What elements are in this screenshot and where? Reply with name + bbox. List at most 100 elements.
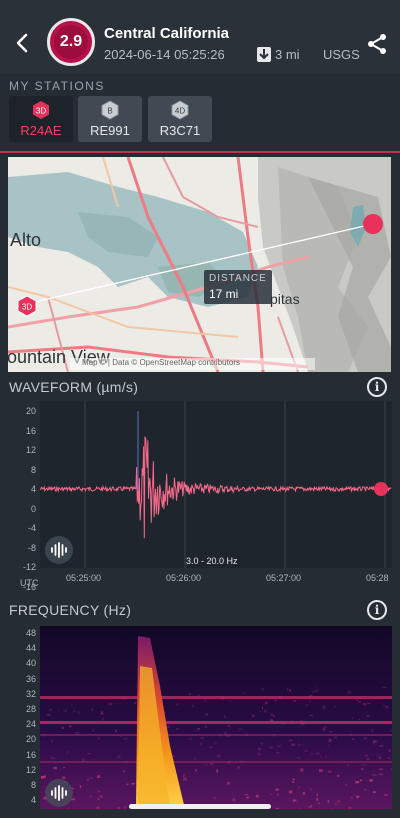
epicenter-marker-icon[interactable] bbox=[362, 213, 384, 235]
spectrogram-noise-cell bbox=[378, 756, 382, 759]
spectrogram-noise-cell bbox=[264, 703, 266, 705]
spectrogram-noise-cell bbox=[385, 706, 389, 709]
spectrogram-noise-cell bbox=[275, 788, 279, 791]
spectrogram-noise-cell bbox=[331, 808, 333, 809]
spectrogram-noise-cell bbox=[260, 743, 263, 745]
spectrogram-noise-cell bbox=[379, 744, 383, 747]
station-tab-r24ae[interactable]: 3D R24AE bbox=[9, 96, 73, 142]
sound-wave-icon bbox=[51, 785, 67, 801]
spectrogram-noise-cell bbox=[100, 711, 104, 714]
spectrogram-noise-cell bbox=[108, 702, 113, 706]
spectrogram-noise-cell bbox=[63, 709, 68, 713]
map-place-label: Alto bbox=[10, 230, 42, 250]
spectrogram-noise-cell bbox=[58, 709, 60, 712]
spectrogram-noise-cell bbox=[188, 693, 191, 695]
event-distance: 3 mi bbox=[275, 47, 300, 62]
spectrogram-noise-cell bbox=[97, 790, 101, 793]
spectrogram-noise-cell bbox=[216, 769, 218, 773]
spectrogram-noise-cell bbox=[49, 708, 52, 711]
spectrogram-noise-cell bbox=[340, 763, 343, 765]
spectrogram-noise-cell bbox=[329, 730, 333, 733]
waveform-plot[interactable] bbox=[40, 401, 392, 568]
waveform-info-icon[interactable]: i bbox=[367, 377, 387, 397]
spectrogram-noise-cell bbox=[316, 793, 318, 796]
spectrogram-noise-cell bbox=[337, 800, 341, 803]
share-icon[interactable] bbox=[366, 33, 388, 55]
back-chevron-icon[interactable] bbox=[12, 32, 34, 54]
spectrogram-noise-cell bbox=[309, 700, 311, 702]
waveform-x-tick: 05:26:00 bbox=[166, 573, 202, 583]
station-code: R24AE bbox=[20, 123, 62, 138]
spectrogram-noise-cell bbox=[214, 742, 217, 744]
frequency-y-tick: 36 bbox=[25, 673, 36, 684]
home-indicator[interactable] bbox=[129, 804, 271, 809]
spectrogram-noise-cell bbox=[259, 711, 262, 713]
waveform-filter-label: 3.0 - 20.0 Hz bbox=[186, 556, 238, 566]
map-attribution[interactable]: Map © | Data © OpenStreetMap contributor… bbox=[70, 358, 315, 370]
spectrogram-noise-cell bbox=[131, 782, 135, 785]
spectrogram-noise-cell bbox=[189, 738, 193, 740]
spectrogram-noise-cell bbox=[322, 705, 326, 709]
spectrogram-noise-cell bbox=[197, 728, 201, 730]
svg-text:B: B bbox=[107, 107, 112, 116]
spectrogram-noise-cell bbox=[53, 766, 57, 770]
map-place-label: pitas bbox=[270, 291, 300, 307]
frequency-y-tick: 8 bbox=[30, 780, 36, 790]
spectrogram-noise-cell bbox=[291, 743, 295, 746]
spectrogram-noise-cell bbox=[270, 714, 273, 716]
event-map[interactable]: Alto ountain View pitas 3D bbox=[8, 157, 391, 372]
spectrogram-noise-cell bbox=[195, 769, 197, 772]
station-map-marker-icon[interactable]: 3D bbox=[16, 295, 38, 317]
spectrogram-noise-cell bbox=[96, 806, 100, 809]
spectrogram-noise-cell bbox=[322, 728, 326, 731]
spectrogram-noise-cell bbox=[376, 754, 378, 756]
spectrogram-noise-cell bbox=[66, 751, 69, 754]
spectrogram-noise-cell bbox=[237, 766, 240, 769]
spectrogram-noise-cell bbox=[194, 757, 197, 760]
waveform-sound-button[interactable] bbox=[45, 536, 73, 564]
spectrogram-noise-cell bbox=[310, 788, 312, 791]
spectrogram-noise-cell bbox=[324, 756, 327, 758]
spectrogram-noise-cell bbox=[262, 706, 264, 710]
section-divider bbox=[0, 151, 400, 153]
spectrogram-noise-cell bbox=[351, 796, 353, 799]
spectrogram-noise-cell bbox=[364, 737, 367, 740]
spectrogram-noise-cell bbox=[51, 739, 53, 743]
spectrogram-noise-cell bbox=[366, 715, 370, 717]
station-tab-re991[interactable]: B RE991 bbox=[78, 96, 142, 142]
spectrogram-noise-cell bbox=[238, 728, 242, 730]
station-tab-r3c71[interactable]: 4D R3C71 bbox=[148, 96, 212, 142]
frequency-info-icon[interactable]: i bbox=[367, 600, 387, 620]
spectrogram-noise-cell bbox=[311, 753, 313, 755]
spectrogram-noise-cell bbox=[361, 768, 364, 770]
spectrogram-noise-cell bbox=[276, 752, 280, 754]
frequency-sound-button[interactable] bbox=[45, 779, 73, 807]
spectrogram-noise-cell bbox=[261, 688, 264, 691]
spectrogram-noise-cell bbox=[126, 783, 129, 786]
spectrogram-noise-cell bbox=[176, 728, 180, 730]
spectrogram-noise-cell bbox=[333, 735, 337, 739]
spectrogram-noise-cell bbox=[123, 770, 125, 773]
spectrogram-noise-cell bbox=[117, 755, 121, 759]
frequency-y-tick: 32 bbox=[25, 688, 36, 699]
spectrogram-noise-cell bbox=[372, 742, 375, 745]
spectrogram-noise-cell bbox=[358, 718, 360, 720]
spectrogram-noise-cell bbox=[345, 784, 348, 786]
svg-text:3D: 3D bbox=[22, 303, 32, 312]
spectrogram-noise-cell bbox=[351, 717, 354, 719]
spectrogram-noise-cell bbox=[328, 738, 332, 742]
waveform-title: WAVEFORM (µm/s) bbox=[9, 379, 139, 395]
frequency-y-tick: 20 bbox=[25, 734, 36, 745]
spectrogram-noise-cell bbox=[369, 779, 373, 782]
spectrogram-noise-cell bbox=[347, 764, 349, 767]
spectrogram-noise-cell bbox=[366, 758, 370, 761]
spectrogram-noise-cell bbox=[40, 776, 45, 779]
spectrogram-plot[interactable] bbox=[40, 626, 392, 809]
sound-wave-icon bbox=[51, 542, 67, 558]
spectrogram-noise-cell bbox=[296, 756, 301, 759]
spectrogram-noise-cell bbox=[270, 793, 273, 795]
spectrogram-noise-cell bbox=[367, 703, 371, 704]
distance-tooltip-value: 17 mi bbox=[209, 287, 239, 301]
spectrogram-noise-cell bbox=[275, 807, 280, 809]
waveform-y-tick: -12 bbox=[22, 562, 36, 572]
